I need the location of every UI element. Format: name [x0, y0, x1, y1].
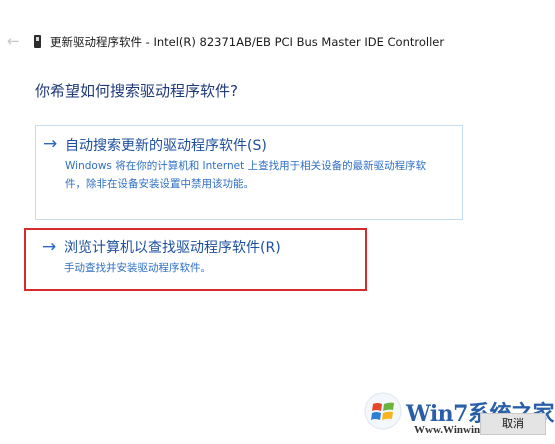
auto-search-option[interactable]: → 自动搜索更新的驱动程序软件(S) Windows 将在你的计算机和 Inte…	[35, 125, 463, 220]
usb-device-icon	[34, 35, 41, 48]
auto-search-description: Windows 将在你的计算机和 Internet 上查找用于相关设备的最新驱动…	[65, 157, 455, 193]
auto-search-title: 自动搜索更新的驱动程序软件(S)	[65, 138, 267, 154]
arrow-right-icon: →	[43, 134, 58, 154]
page-heading: 你希望如何搜索驱动程序软件?	[35, 82, 238, 100]
windows-logo-icon	[364, 392, 402, 430]
auto-search-desc-line2: 件，除非在设备安装设置中禁用该功能。	[65, 178, 254, 190]
cancel-button[interactable]: 取消	[480, 413, 546, 435]
auto-search-desc-line1: Windows 将在你的计算机和 Internet 上查找用于相关设备的最新驱动…	[65, 160, 427, 172]
window-title: 更新驱动程序软件 - Intel(R) 82371AB/EB PCI Bus M…	[50, 35, 445, 49]
red-highlight-box	[24, 228, 367, 291]
back-arrow-icon[interactable]: ←	[7, 33, 23, 49]
title-bar: ← 更新驱动程序软件 - Intel(R) 82371AB/EB PCI Bus…	[0, 0, 555, 84]
